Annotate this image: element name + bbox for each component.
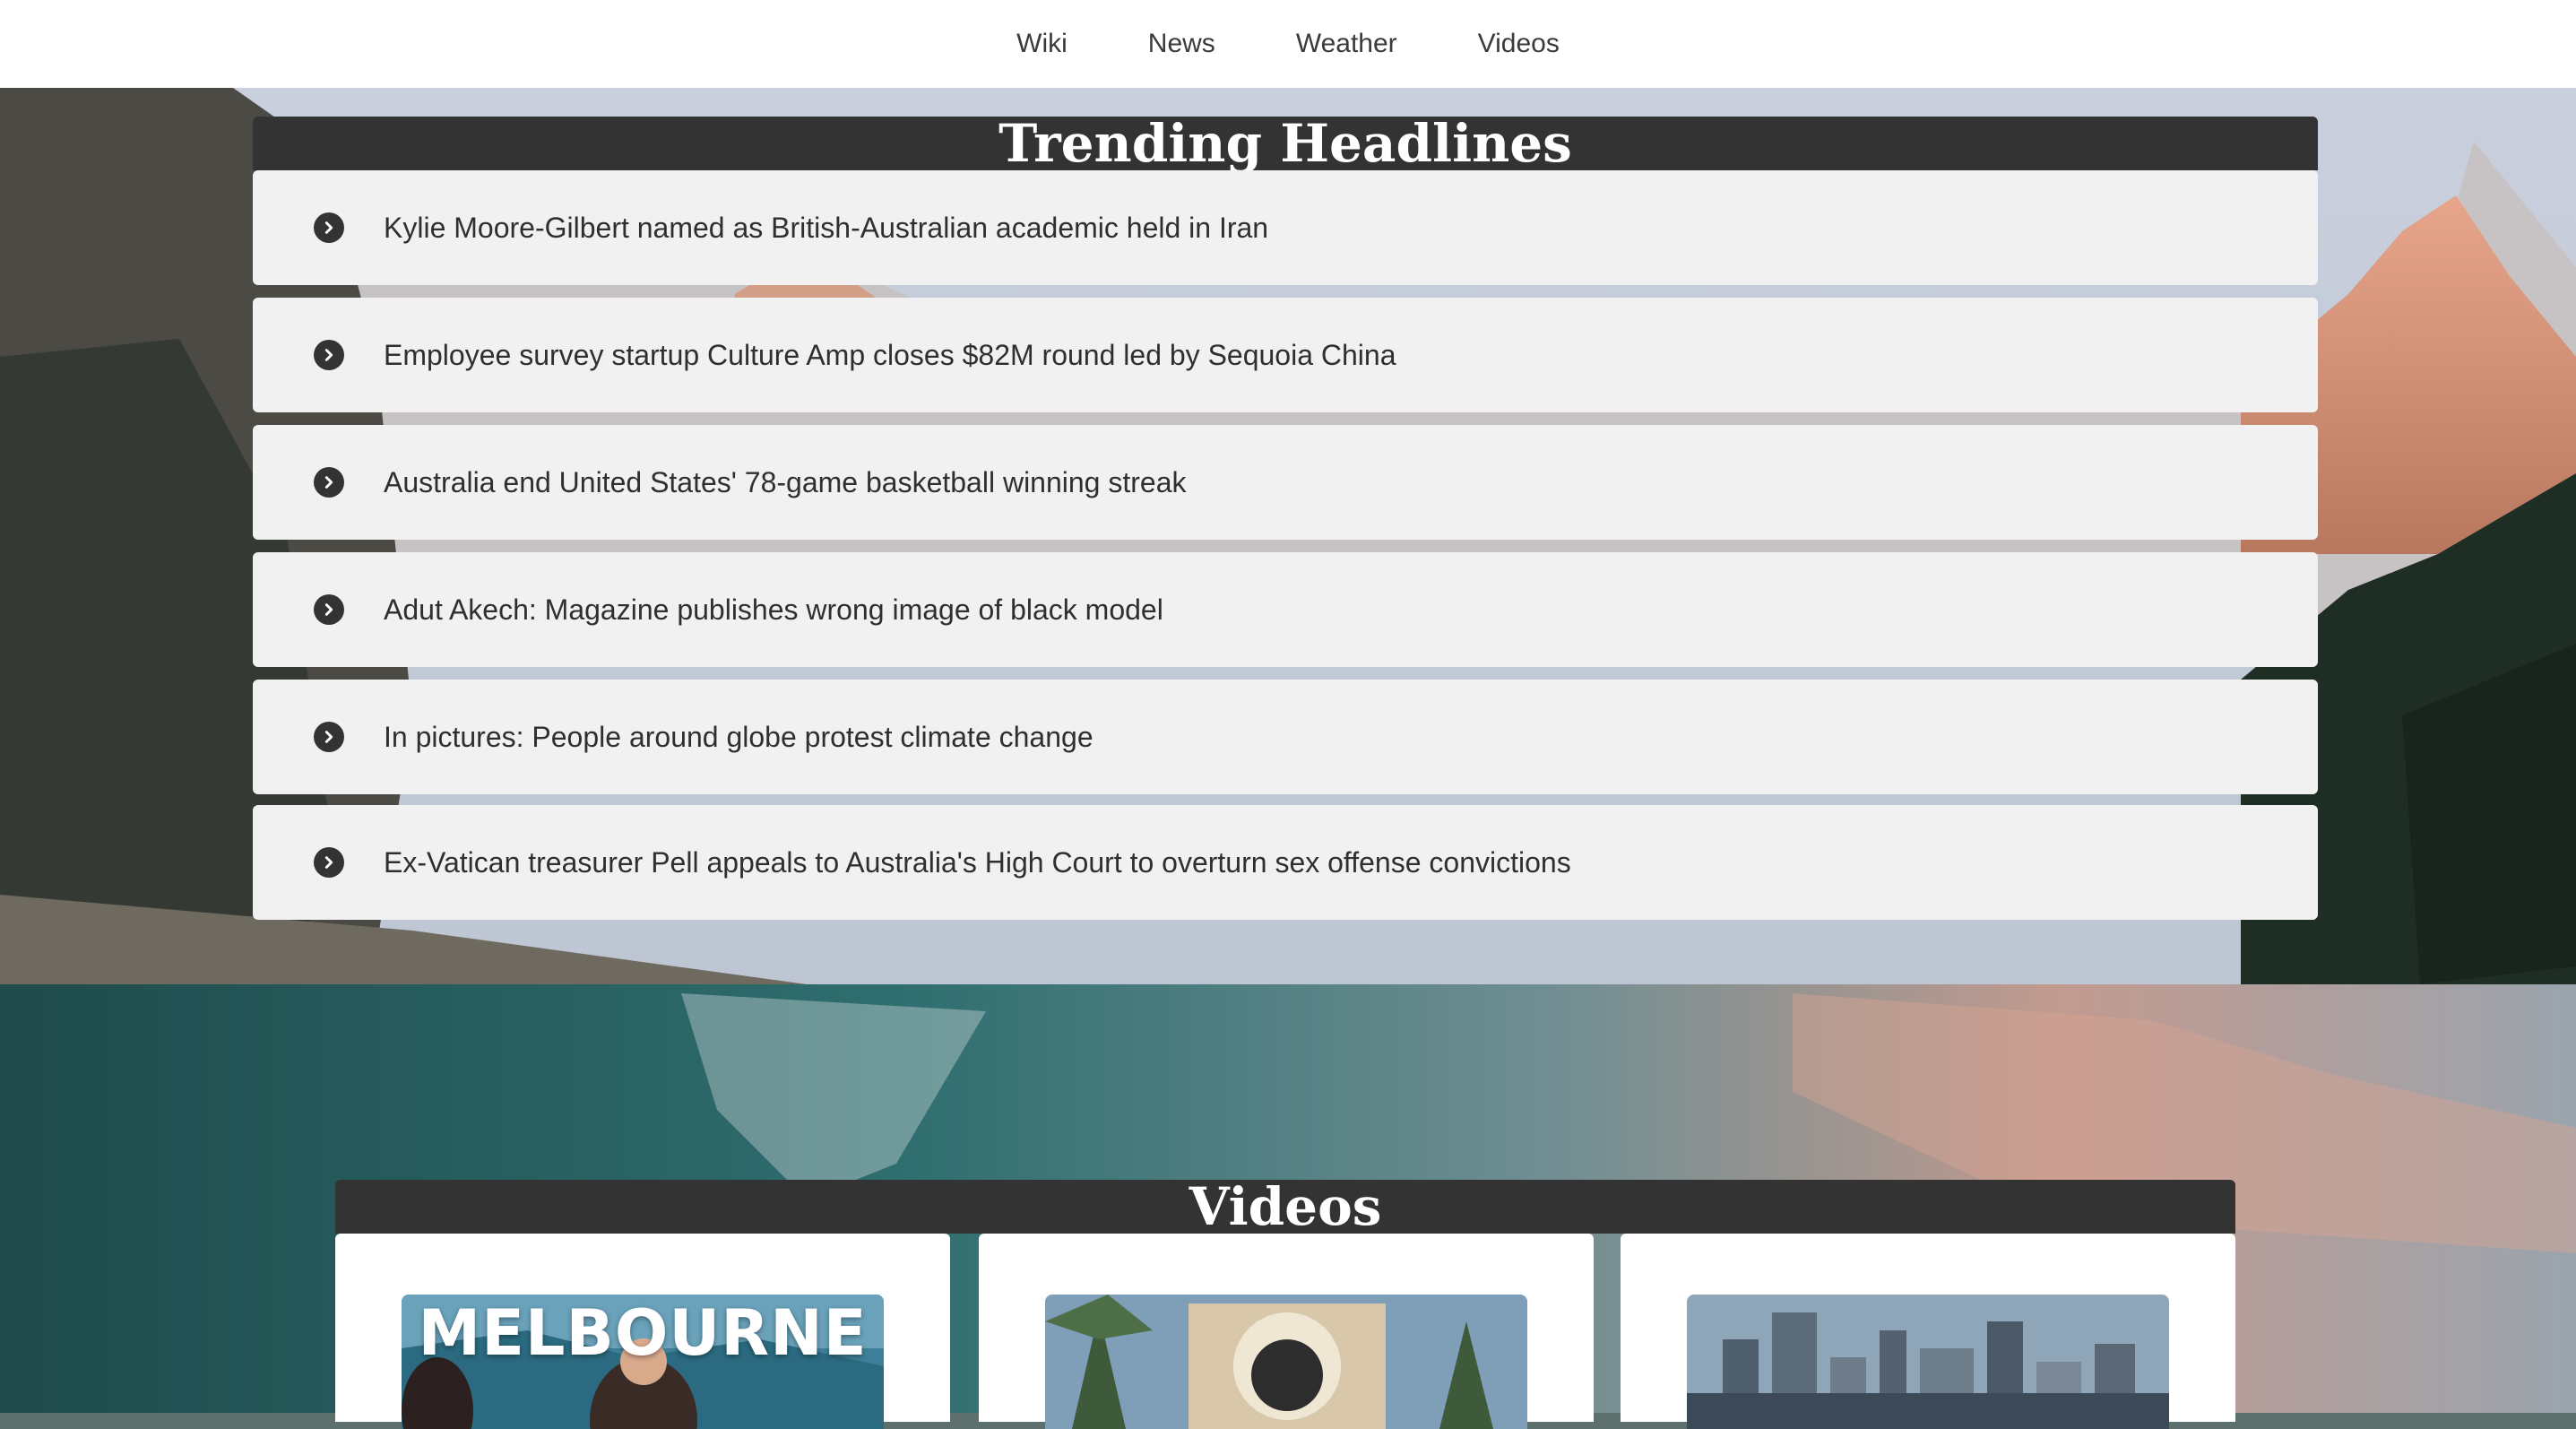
headline-text: In pictures: People around globe protest…	[384, 720, 1094, 753]
headline-item[interactable]: Employee survey startup Culture Amp clos…	[253, 298, 2318, 412]
headline-text: Adut Akech: Magazine publishes wrong ima…	[384, 593, 1163, 626]
video-card[interactable]: MELBOURNE	[335, 1234, 950, 1429]
chevron-right-circle-icon	[314, 594, 344, 625]
headline-item[interactable]: Ex-Vatican treasurer Pell appeals to Aus…	[253, 805, 2318, 920]
video-card[interactable]	[1621, 1234, 2235, 1429]
video-thumbnail[interactable]	[1687, 1295, 2169, 1429]
video-thumbnail-title: MELBOURNE	[418, 1296, 868, 1370]
top-nav: Wiki News Weather Videos	[0, 0, 2576, 88]
nav-link-weather[interactable]: Weather	[1256, 0, 1438, 88]
nav-link-wiki[interactable]: Wiki	[976, 0, 1108, 88]
headline-text: Australia end United States' 78-game bas…	[384, 465, 1187, 498]
trending-headlines-title: Trending Headlines	[253, 117, 2318, 170]
headline-text: Kylie Moore-Gilbert named as British-Aus…	[384, 211, 1269, 244]
videos-title: Videos	[335, 1180, 2235, 1234]
headline-text: Ex-Vatican treasurer Pell appeals to Aus…	[384, 845, 1571, 879]
chevron-right-circle-icon	[314, 340, 344, 370]
video-thumbnail[interactable]	[1045, 1295, 1527, 1429]
video-card[interactable]	[979, 1234, 1594, 1429]
headline-item[interactable]: Kylie Moore-Gilbert named as British-Aus…	[253, 170, 2318, 285]
chevron-right-circle-icon	[314, 847, 344, 878]
video-thumbnail[interactable]: MELBOURNE	[402, 1295, 884, 1429]
headline-item[interactable]: In pictures: People around globe protest…	[253, 680, 2318, 794]
chevron-right-circle-icon	[314, 212, 344, 243]
nav-link-videos[interactable]: Videos	[1438, 0, 1600, 88]
headline-item[interactable]: Adut Akech: Magazine publishes wrong ima…	[253, 552, 2318, 667]
headline-text: Employee survey startup Culture Amp clos…	[384, 338, 1396, 371]
chevron-right-circle-icon	[314, 467, 344, 498]
nav-link-news[interactable]: News	[1108, 0, 1256, 88]
headline-item[interactable]: Australia end United States' 78-game bas…	[253, 425, 2318, 540]
chevron-right-circle-icon	[314, 722, 344, 752]
